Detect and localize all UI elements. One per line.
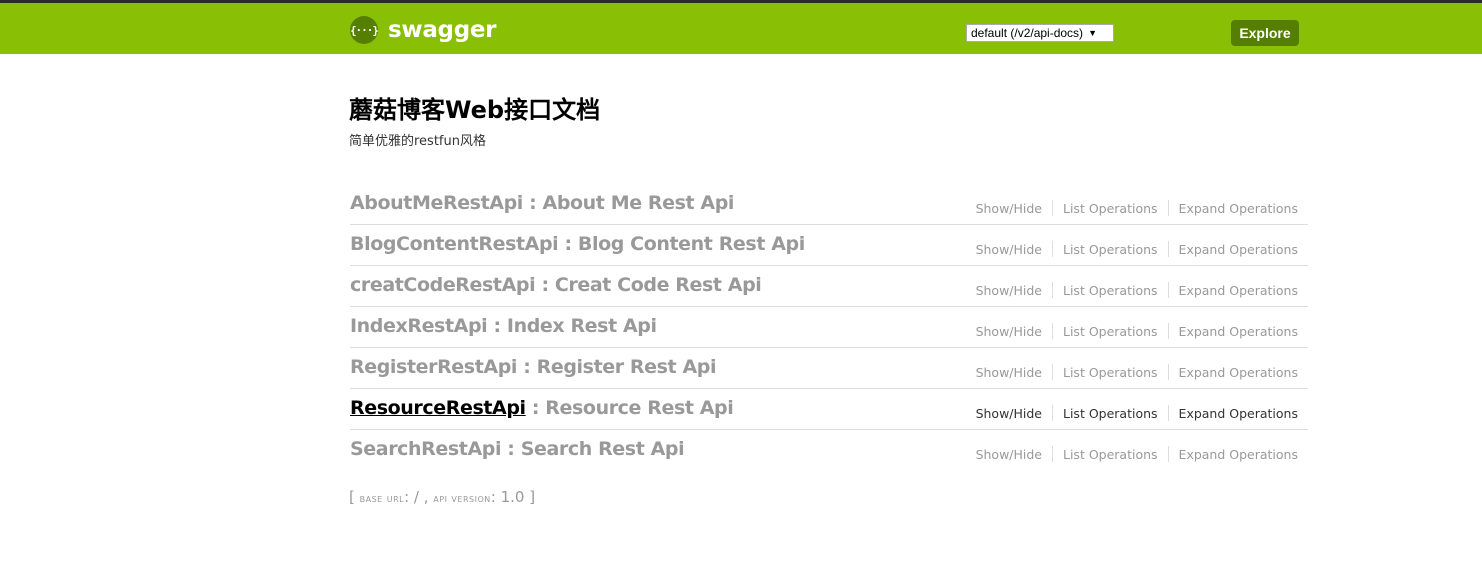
resource-description: : Register Rest Api (517, 356, 717, 378)
base-url-value: : / , (404, 488, 434, 506)
footer-open-bracket: [ (349, 488, 360, 506)
show-hide-link[interactable]: Show/Hide (976, 406, 1052, 421)
expand-operations-link[interactable]: Expand Operations (1169, 242, 1298, 257)
resource-name-link[interactable]: BlogContentRestApi (350, 233, 559, 255)
list-operations-link[interactable]: List Operations (1053, 447, 1168, 462)
resource-name-link[interactable]: AboutMeRestApi (350, 192, 523, 214)
expand-operations-link[interactable]: Expand Operations (1169, 283, 1298, 298)
resource-operations: Show/Hide List Operations Expand Operati… (976, 446, 1298, 462)
resource-operations: Show/Hide List Operations Expand Operati… (976, 241, 1298, 257)
resource-heading: BlogContentRestApi : Blog Content Rest A… (350, 233, 805, 255)
api-title: 蘑菇博客Web接口文档 (349, 96, 601, 124)
list-operations-link[interactable]: List Operations (1053, 201, 1168, 216)
show-hide-link[interactable]: Show/Hide (976, 324, 1052, 339)
resource-heading: SearchRestApi : Search Rest Api (350, 438, 685, 460)
resource-description: : Resource Rest Api (525, 397, 734, 419)
expand-operations-link[interactable]: Expand Operations (1169, 324, 1298, 339)
resource-description: : Blog Content Rest Api (558, 233, 805, 255)
resource-operations: Show/Hide List Operations Expand Operati… (976, 200, 1298, 216)
resource-operations: Show/Hide List Operations Expand Operati… (976, 282, 1298, 298)
resource-list: AboutMeRestApi : About Me Rest Api Show/… (350, 184, 1308, 471)
resource-operations: Show/Hide List Operations Expand Operati… (976, 364, 1298, 380)
resource-heading: RegisterRestApi : Register Rest Api (350, 356, 716, 378)
expand-operations-link[interactable]: Expand Operations (1169, 365, 1298, 380)
logo-text: swagger (388, 17, 497, 43)
api-version-label: api version (433, 492, 491, 505)
api-description: 简单优雅的restfun风格 (349, 134, 486, 149)
resource-row: RegisterRestApi : Register Rest Api Show… (350, 348, 1308, 389)
resource-description: : Search Rest Api (501, 438, 685, 460)
expand-operations-link[interactable]: Expand Operations (1169, 406, 1298, 421)
expand-operations-link[interactable]: Expand Operations (1169, 201, 1298, 216)
resource-description: : About Me Rest Api (522, 192, 735, 214)
swagger-braces-icon: {···} (350, 16, 379, 44)
list-operations-link[interactable]: List Operations (1053, 324, 1168, 339)
resource-description: : Index Rest Api (487, 315, 657, 337)
resource-row: AboutMeRestApi : About Me Rest Api Show/… (350, 184, 1308, 225)
resource-row-hovered: ResourceRestApi : Resource Rest Api Show… (350, 389, 1308, 430)
resource-row: creatCodeRestApi : Creat Code Rest Api S… (350, 266, 1308, 307)
resource-heading: ResourceRestApi : Resource Rest Api (350, 397, 734, 419)
resource-name-link[interactable]: IndexRestApi (350, 315, 488, 337)
resource-name-link[interactable]: SearchRestApi (350, 438, 501, 460)
swagger-header: {···} swagger default (/v2/api-docs) ▼ E… (0, 3, 1482, 54)
list-operations-link[interactable]: List Operations (1053, 242, 1168, 257)
resource-name-link[interactable]: ResourceRestApi (350, 397, 526, 419)
resource-operations: Show/Hide List Operations Expand Operati… (976, 323, 1298, 339)
show-hide-link[interactable]: Show/Hide (976, 201, 1052, 216)
resource-description: : Creat Code Rest Api (535, 274, 762, 296)
resource-operations: Show/Hide List Operations Expand Operati… (976, 405, 1298, 421)
resource-row: IndexRestApi : Index Rest Api Show/Hide … (350, 307, 1308, 348)
api-spec-select[interactable]: default (/v2/api-docs) ▼ (966, 24, 1114, 42)
api-version-value: : 1.0 ] (490, 488, 536, 506)
explore-button[interactable]: Explore (1231, 20, 1299, 46)
show-hide-link[interactable]: Show/Hide (976, 365, 1052, 380)
resource-name-link[interactable]: creatCodeRestApi (350, 274, 536, 296)
base-url-label: base url (359, 492, 405, 505)
resource-row: SearchRestApi : Search Rest Api Show/Hid… (350, 430, 1308, 471)
show-hide-link[interactable]: Show/Hide (976, 242, 1052, 257)
resource-row: BlogContentRestApi : Blog Content Rest A… (350, 225, 1308, 266)
dropdown-arrow-icon: ▼ (1088, 28, 1097, 38)
api-spec-selected-value: default (/v2/api-docs) (971, 26, 1084, 40)
expand-operations-link[interactable]: Expand Operations (1169, 447, 1298, 462)
show-hide-link[interactable]: Show/Hide (976, 283, 1052, 298)
list-operations-link[interactable]: List Operations (1053, 406, 1168, 421)
api-footer-info: [ base url: / , api version: 1.0 ] (349, 488, 535, 506)
swagger-logo[interactable]: {···} swagger (350, 16, 497, 44)
show-hide-link[interactable]: Show/Hide (976, 447, 1052, 462)
resource-name-link[interactable]: RegisterRestApi (350, 356, 517, 378)
list-operations-link[interactable]: List Operations (1053, 283, 1168, 298)
resource-heading: creatCodeRestApi : Creat Code Rest Api (350, 274, 762, 296)
list-operations-link[interactable]: List Operations (1053, 365, 1168, 380)
resource-heading: IndexRestApi : Index Rest Api (350, 315, 657, 337)
resource-heading: AboutMeRestApi : About Me Rest Api (350, 192, 734, 214)
